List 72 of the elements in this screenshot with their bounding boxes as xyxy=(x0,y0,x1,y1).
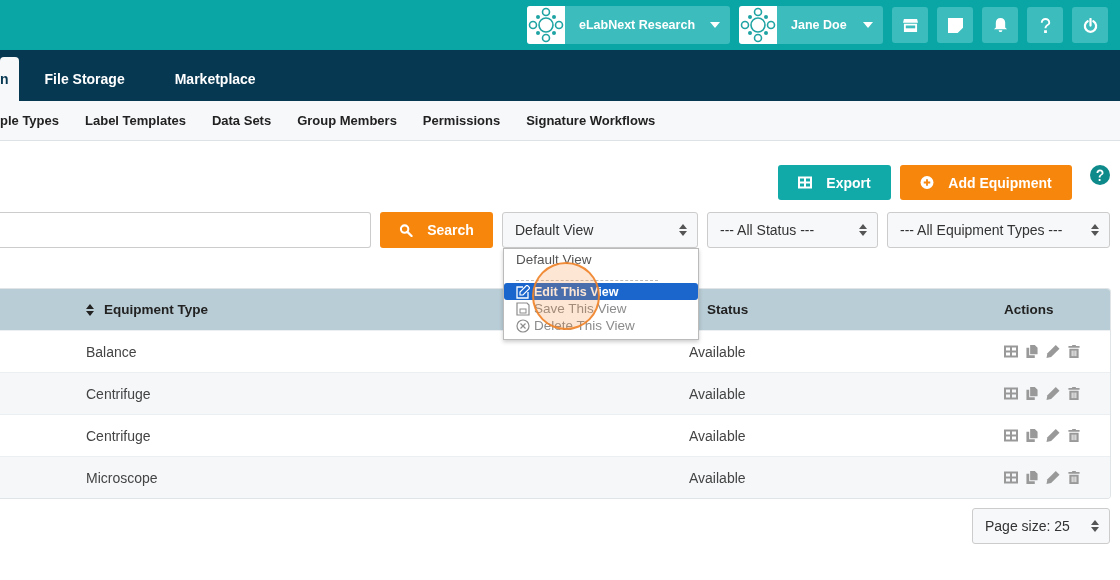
table-cell-text: Available xyxy=(689,385,747,402)
trash-icon[interactable] xyxy=(1067,345,1081,358)
trash-icon[interactable] xyxy=(1067,471,1081,484)
table-cell-text: Centrifuge xyxy=(86,385,152,402)
sort-arrows-icon xyxy=(1091,520,1099,532)
subnav-link[interactable]: Group Members xyxy=(284,113,410,128)
store-button[interactable] xyxy=(892,7,928,43)
sort-icon xyxy=(86,303,94,316)
menu-item[interactable]: Default View xyxy=(504,251,698,268)
power-button[interactable] xyxy=(1072,7,1108,43)
subnav-link[interactable]: Data Sets xyxy=(198,113,285,128)
sort-arrows-icon xyxy=(859,224,867,236)
pencil-icon[interactable] xyxy=(1046,429,1060,442)
notifications-button[interactable] xyxy=(982,7,1018,43)
equipment-type-select[interactable]: --- All Equipment Types --- xyxy=(887,212,1110,248)
logo-icon xyxy=(739,6,777,44)
nav-tab[interactable]: Marketplace xyxy=(150,57,280,101)
grid-icon xyxy=(798,176,813,189)
table-cell-text: Available xyxy=(689,469,747,486)
power-icon xyxy=(1082,17,1098,33)
copy-icon[interactable] xyxy=(1025,345,1039,358)
store-icon xyxy=(902,17,918,33)
help-button[interactable] xyxy=(1027,7,1063,43)
trash-icon[interactable] xyxy=(1067,387,1081,400)
table-icon[interactable] xyxy=(1004,429,1018,442)
organization-name: eLabNext Research xyxy=(578,18,696,32)
search-icon xyxy=(399,223,414,237)
table-cell-text: Centrifuge xyxy=(86,427,152,444)
view-select[interactable]: Default View xyxy=(502,212,698,248)
sort-arrows-icon xyxy=(1091,224,1099,236)
copy-icon[interactable] xyxy=(1025,471,1039,484)
column-header: Actions xyxy=(1004,302,1055,317)
edit-icon xyxy=(516,284,530,299)
pencil-icon[interactable] xyxy=(1046,345,1060,358)
table-cell-text: Microscope xyxy=(86,469,159,486)
menu-item-label: Default View xyxy=(516,252,592,267)
pencil-icon[interactable] xyxy=(1046,471,1060,484)
subnav-link[interactable]: Signature Workflows xyxy=(513,113,669,128)
trash-icon[interactable] xyxy=(1067,429,1081,442)
cancel-icon xyxy=(516,318,530,333)
note-icon xyxy=(947,17,963,33)
table-cell-text: Available xyxy=(689,343,747,360)
sort-arrows-icon xyxy=(679,224,687,236)
page-size-select[interactable]: Page size: 25 xyxy=(972,508,1110,544)
table-icon[interactable] xyxy=(1004,387,1018,400)
logo-icon xyxy=(527,6,565,44)
subnav-link[interactable]: Label Templates xyxy=(72,113,199,128)
select-value: --- All Status --- xyxy=(720,222,815,238)
caret-icon xyxy=(863,22,873,28)
select-value: Page size: 25 xyxy=(985,518,1070,534)
nav-tab[interactable]: n xyxy=(0,57,19,101)
table-icon[interactable] xyxy=(1004,345,1018,358)
table-cell-text: Balance xyxy=(86,343,138,360)
notes-button[interactable] xyxy=(937,7,973,43)
copy-icon[interactable] xyxy=(1025,429,1039,442)
search-field[interactable] xyxy=(0,212,371,248)
caret-icon xyxy=(710,22,720,28)
select-value: Default View xyxy=(515,222,594,238)
help-icon[interactable] xyxy=(1090,165,1110,185)
copy-icon[interactable] xyxy=(1025,387,1039,400)
table-icon[interactable] xyxy=(1004,471,1018,484)
user-name: Jane Doe xyxy=(790,18,848,32)
status-select[interactable]: --- All Status --- xyxy=(707,212,878,248)
subnav-link[interactable]: ple Types xyxy=(0,113,72,128)
column-header: Status xyxy=(706,302,750,317)
subnav-link[interactable]: Permissions xyxy=(409,113,514,128)
table-cell-text: Available xyxy=(689,427,747,444)
plus-circle-icon xyxy=(920,176,935,189)
pencil-icon[interactable] xyxy=(1046,387,1060,400)
nav-tab[interactable]: File Storage xyxy=(20,57,149,101)
select-value: --- All Equipment Types --- xyxy=(900,222,1063,238)
bell-icon xyxy=(992,17,1008,33)
